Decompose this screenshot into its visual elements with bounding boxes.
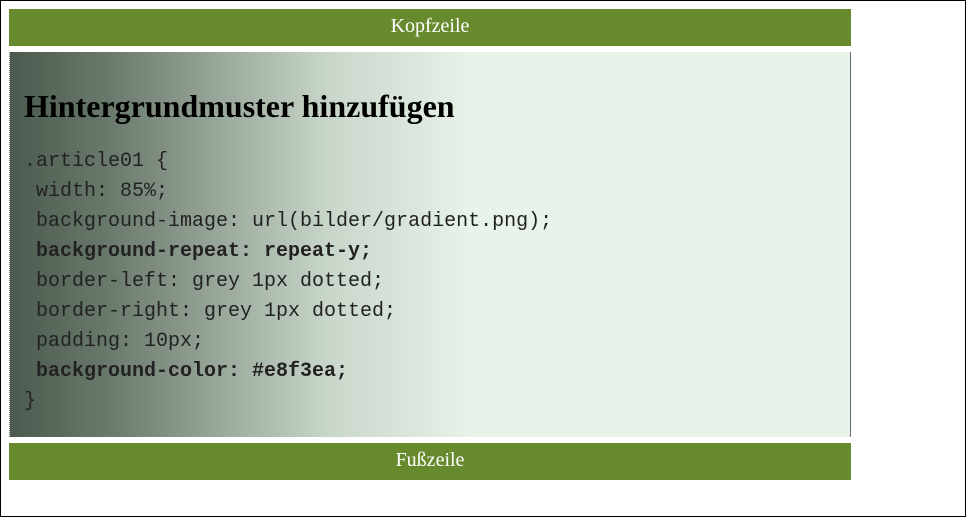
code-line-bold: background-color: #e8f3ea;: [24, 360, 348, 383]
code-line: }: [24, 390, 36, 413]
code-line-bold: background-repeat: repeat-y;: [24, 240, 372, 263]
article-content: Hintergrundmuster hinzufügen .article01 …: [9, 52, 851, 437]
header-text: Kopfzeile: [391, 15, 470, 37]
code-line: padding: 10px;: [24, 330, 204, 353]
article-heading: Hintergrundmuster hinzufügen: [24, 88, 836, 125]
code-line: width: 85%;: [24, 180, 168, 203]
code-line: .article01 {: [24, 150, 168, 173]
header-bar: Kopfzeile: [9, 9, 851, 46]
code-line: background-image: url(bilder/gradient.pn…: [24, 210, 552, 233]
page-frame: Kopfzeile Hintergrundmuster hinzufügen .…: [9, 9, 851, 480]
code-line: border-right: grey 1px dotted;: [24, 300, 396, 323]
code-line: border-left: grey 1px dotted;: [24, 270, 384, 293]
footer-bar: Fußzeile: [9, 443, 851, 480]
footer-text: Fußzeile: [396, 449, 465, 471]
css-code-block: .article01 { width: 85%; background-imag…: [24, 147, 836, 417]
